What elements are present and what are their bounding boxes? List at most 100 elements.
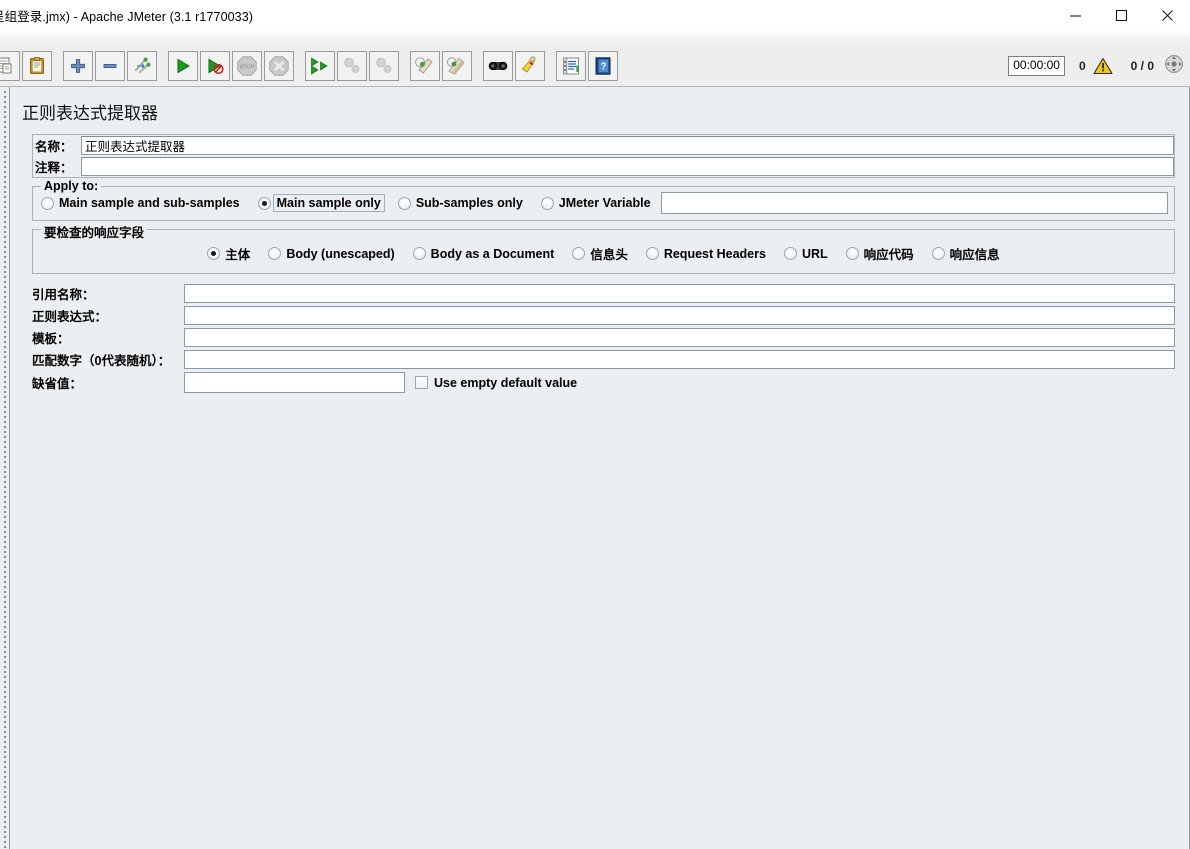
templates-icon[interactable] [22,50,52,81]
radio-label: Body as a Document [430,246,555,261]
function-helper-icon[interactable] [556,50,586,81]
radio-circle-icon [572,247,586,260]
radio-main-sample-and-sub-samples[interactable]: Main sample and sub-samples [41,196,240,210]
close-button[interactable] [1144,0,1190,30]
elapsed-timer: 00:00:00 [1008,56,1065,76]
maximize-button[interactable] [1098,0,1144,30]
warning-count: 0 [1078,59,1086,73]
radio-url[interactable]: URL [783,246,828,261]
stop-icon[interactable]: STOP [232,50,262,81]
radio-circle-icon [268,247,282,260]
radio-circle-icon [257,196,271,210]
jmeter-variable-input[interactable] [660,192,1168,214]
warning-icon[interactable] [1093,57,1113,75]
start-icon[interactable] [168,50,198,81]
radio-body-unescaped[interactable]: Body (unescaped) [268,247,395,261]
shutdown-icon[interactable] [264,50,294,81]
toolbar-group-edit [62,50,158,81]
toolbar-group-file [0,50,53,81]
remote-start-all-icon[interactable] [305,50,335,81]
radio-label: URL [801,246,828,261]
response-field-group: 要检查的响应字段 主体 Body (unescaped) Body as a D… [32,222,1175,274]
radio-label: JMeter Variable [558,196,651,210]
radio-response-code[interactable]: 响应代码 [845,244,914,263]
radio-request-headers[interactable]: Request Headers [645,246,766,261]
apply-to-group: Apply to: Main sample and sub-samples Ma… [32,179,1175,221]
extractor-fields: 引用名称： 正则表达式： 模板： 匹配数字（0代表随机）： 缺省值： Use e… [10,283,1189,394]
radio-label: Main sample only [272,194,385,212]
name-comment-box: 名称： 注释： [32,134,1175,178]
remove-icon[interactable] [95,50,125,81]
start-no-pauses-icon[interactable] [200,50,230,81]
regular-expression-label: 正则表达式： [32,310,108,324]
comment-row: 注释： [33,156,1174,177]
radio-circle-icon [540,196,554,210]
toolbar-group-clear [409,50,473,81]
default-value-label: 缺省值： [32,377,83,391]
toolbar-group-search [482,50,546,81]
radio-sub-samples-only[interactable]: Sub-samples only [397,196,523,210]
response-field-legend: 要检查的响应字段 [41,222,148,241]
comment-label: 注释： [35,161,73,175]
toggle-icon[interactable] [127,50,157,81]
search-icon[interactable] [483,50,513,81]
regular-expression-row: 正则表达式： [32,305,1175,326]
name-input[interactable] [81,136,1174,155]
clear-all-icon[interactable] [442,50,472,81]
svg-text:STOP: STOP [240,64,255,70]
use-empty-default-value-checkbox[interactable] [415,376,428,389]
radio-label: 响应代码 [863,248,914,262]
window-titlebar: 呈组登录.jmx) - Apache JMeter (3.1 r1770033) [0,0,1190,30]
page-title: 正则表达式提取器 [22,104,158,123]
apply-to-radio-row: Main sample and sub-samples Main sample … [41,192,1168,214]
svg-text:?: ? [600,61,606,72]
radio-body-as-a-document[interactable]: Body as a Document [412,246,555,261]
radio-jmeter-variable[interactable]: JMeter Variable [540,196,651,210]
new-icon[interactable] [0,50,20,81]
radio-circle-icon [412,247,426,260]
radio-circle-icon [845,247,859,260]
toolbar-group-remote [304,50,400,81]
default-value-input[interactable] [184,372,405,393]
radio-label: Sub-samples only [415,196,523,210]
reset-search-icon[interactable] [515,50,545,81]
template-label: 模板： [32,332,70,346]
name-row: 名称： [33,135,1174,156]
radio-circle-icon [783,247,797,260]
minimize-button[interactable] [1052,0,1098,30]
match-number-input[interactable] [184,350,1175,369]
radio-circle-icon [207,247,221,260]
split-pane-divider[interactable] [0,87,10,849]
radio-circle-icon [645,247,659,260]
response-field-radio-row: 主体 Body (unescaped) Body as a Document 信… [41,244,1166,263]
radio-label: 响应信息 [949,248,1000,262]
window-controls [1052,0,1190,30]
reference-name-input[interactable] [184,284,1175,303]
radio-label: Request Headers [663,246,766,261]
reference-name-label: 引用名称： [32,288,95,302]
remote-stop-all-icon[interactable] [337,50,367,81]
toolbar-status-area: 00:00:00 0 0 / 0 [1008,45,1184,87]
thread-status-icon[interactable] [1164,54,1184,79]
regular-expression-input[interactable] [184,306,1175,325]
radio-body[interactable]: 主体 [207,244,250,263]
toolbar-group-run: STOP [167,50,295,81]
comment-input[interactable] [81,157,1174,176]
reference-name-row: 引用名称： [32,283,1175,304]
radio-label: Main sample and sub-samples [59,196,240,210]
match-number-row: 匹配数字（0代表随机）： [32,349,1175,370]
element-editor-panel: 正则表达式提取器 名称： 注释： Apply to: Main sample a… [10,87,1190,849]
clear-icon[interactable] [410,50,440,81]
radio-main-sample-only[interactable]: Main sample only [257,194,385,212]
radio-response-headers[interactable]: 信息头 [572,244,628,263]
template-row: 模板： [32,327,1175,348]
template-input[interactable] [184,328,1175,347]
remote-shutdown-all-icon[interactable] [369,50,399,81]
name-label: 名称： [35,140,73,154]
main-toolbar: STOP ? 00:00:00 0 0 / 0 [0,45,1190,87]
radio-response-message[interactable]: 响应信息 [931,244,1000,263]
add-icon[interactable] [63,50,93,81]
help-icon[interactable]: ? [588,50,618,81]
use-empty-default-value-label: Use empty default value [434,375,578,390]
radio-label: 主体 [225,248,251,262]
